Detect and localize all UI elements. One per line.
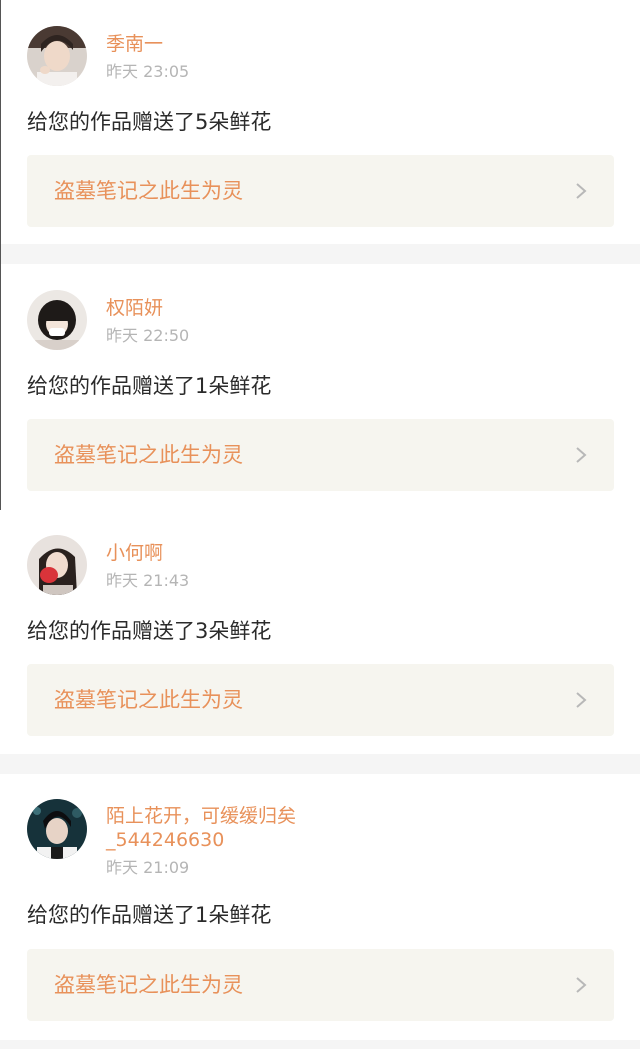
work-link[interactable]: 盗墓笔记之此生为灵 [27,949,614,1021]
work-link[interactable]: 盗墓笔记之此生为灵 [27,419,614,491]
avatar-photo-icon [27,26,87,86]
username[interactable]: 小何啊 [106,541,163,565]
username[interactable]: 权陌妍 [106,296,163,320]
avatar[interactable] [27,535,87,595]
gift-message: 给您的作品赠送了5朵鲜花 [27,110,272,134]
avatar-photo-icon [27,290,87,350]
work-title: 盗墓笔记之此生为灵 [54,973,243,997]
chevron-right-icon [576,977,587,993]
gift-notification-feed: 季南一 昨天 23:05 给您的作品赠送了5朵鲜花 盗墓笔记之此生为灵 权陌妍 … [0,0,640,1049]
avatar[interactable] [27,799,87,859]
chevron-right-icon [576,183,587,199]
notification-card: 小何啊 昨天 21:43 给您的作品赠送了3朵鲜花 盗墓笔记之此生为灵 [0,510,640,754]
timestamp: 昨天 23:05 [106,62,190,81]
username-line: _544246630 [106,829,225,851]
notification-card: 权陌妍 昨天 22:50 给您的作品赠送了1朵鲜花 盗墓笔记之此生为灵 [0,264,640,510]
notification-card: 陌上花开，可缓缓归矣 _544246630 昨天 21:09 给您的作品赠送了1… [0,774,640,1040]
work-title: 盗墓笔记之此生为灵 [54,688,243,712]
work-title: 盗墓笔记之此生为灵 [54,443,243,467]
gift-message: 给您的作品赠送了1朵鲜花 [27,374,272,398]
username[interactable]: 季南一 [106,32,163,56]
timestamp: 昨天 22:50 [106,326,190,345]
notification-card: 季南一 昨天 23:05 给您的作品赠送了5朵鲜花 盗墓笔记之此生为灵 [0,0,640,244]
avatar[interactable] [27,26,87,86]
work-link[interactable]: 盗墓笔记之此生为灵 [27,664,614,736]
chevron-right-icon [576,692,587,708]
username-line: 陌上花开，可缓缓归矣 [106,805,297,827]
timestamp: 昨天 21:09 [106,858,190,877]
edge-divider [0,0,1,510]
avatar-photo-icon [27,535,87,595]
gift-message: 给您的作品赠送了1朵鲜花 [27,903,272,927]
work-title: 盗墓笔记之此生为灵 [54,179,243,203]
gift-message: 给您的作品赠送了3朵鲜花 [27,619,272,643]
work-link[interactable]: 盗墓笔记之此生为灵 [27,155,614,227]
avatar[interactable] [27,290,87,350]
username[interactable]: 陌上花开，可缓缓归矣 _544246630 [106,804,296,852]
chevron-right-icon [576,447,587,463]
avatar-photo-icon [27,799,87,859]
timestamp: 昨天 21:43 [106,571,190,590]
